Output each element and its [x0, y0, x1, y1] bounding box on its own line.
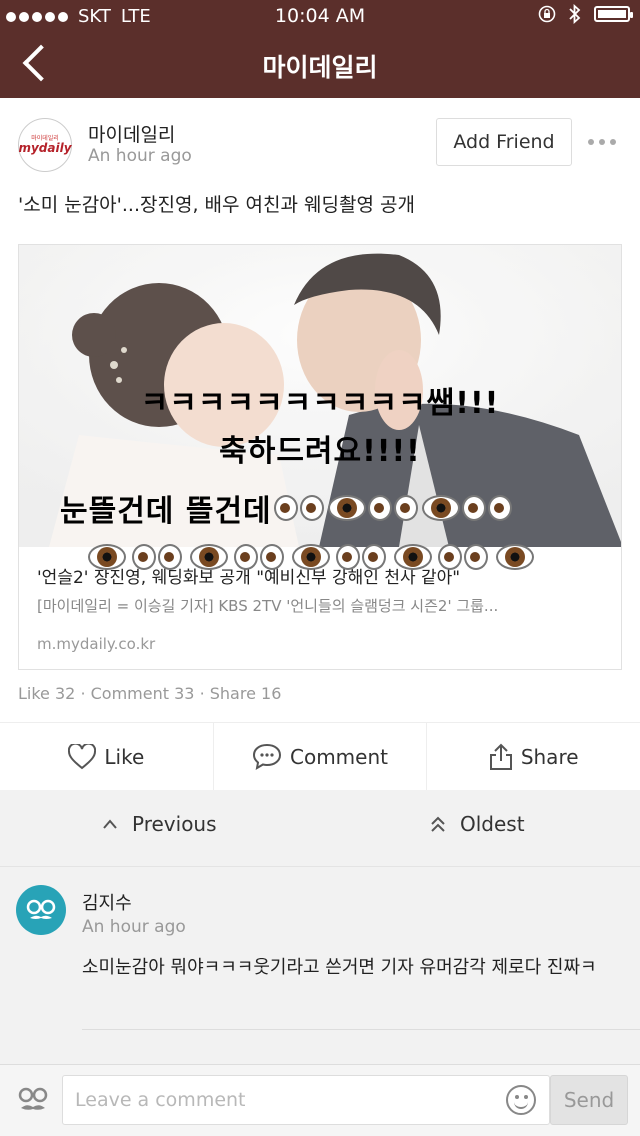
speech-bubble-icon	[252, 743, 282, 770]
eyes-icon	[334, 542, 390, 572]
eyes-icon	[366, 493, 422, 523]
post-actions: Like Comment Share	[0, 722, 640, 790]
eye-icon	[327, 493, 366, 523]
emoji-icon[interactable]	[506, 1085, 536, 1115]
previous-label: Previous	[132, 812, 217, 836]
eye-icon	[394, 542, 432, 572]
eyes-icon	[232, 542, 288, 572]
overlay-emoji-row	[88, 542, 608, 572]
heart-icon	[68, 743, 97, 769]
like-label: Like	[104, 744, 145, 769]
eyes-icon	[130, 542, 186, 572]
share-button[interactable]: Share	[426, 723, 640, 790]
eye-icon	[190, 542, 228, 572]
battery-icon	[594, 6, 633, 22]
status-bar: SKT LTE 10:04 AM	[0, 0, 640, 32]
commenter-name[interactable]: 김지수	[82, 889, 132, 915]
link-domain: m.mydaily.co.kr	[37, 635, 156, 653]
eyes-icon	[460, 493, 516, 523]
chevron-up-icon	[103, 819, 117, 829]
oldest-button[interactable]: Oldest	[430, 812, 525, 836]
rotation-lock-icon	[538, 5, 556, 23]
link-description: [마이데일리 = 이승길 기자] KBS 2TV '언니들의 슬램덩크 시즌2'…	[37, 597, 499, 615]
comment-label: Comment	[290, 744, 388, 769]
like-button[interactable]: Like	[0, 723, 213, 790]
oldest-label: Oldest	[460, 812, 525, 836]
eyes-icon	[436, 542, 492, 572]
comment-count[interactable]: Comment 33	[91, 684, 195, 703]
add-friend-button[interactable]: Add Friend	[436, 118, 572, 166]
post-stats: Like 32 · Comment 33 · Share 16	[18, 684, 282, 703]
previous-button[interactable]: Previous	[102, 812, 217, 836]
share-label: Share	[520, 744, 579, 769]
nav-title: 마이데일리	[262, 53, 378, 82]
share-count[interactable]: Share 16	[210, 684, 282, 703]
commenter-avatar[interactable]	[16, 885, 66, 935]
comment-pager: Previous Oldest	[0, 790, 640, 862]
comment-input[interactable]	[62, 1075, 550, 1125]
glasses-mustache-icon	[26, 899, 56, 919]
comment-time: An hour ago	[82, 917, 186, 937]
comment-button[interactable]: Comment	[212, 723, 427, 790]
double-chevron-up-icon	[431, 816, 445, 832]
divider	[82, 1029, 640, 1030]
like-count[interactable]: Like 32	[18, 684, 75, 703]
logo-text: mydaily	[18, 141, 72, 155]
overlay-text-line-1: ㅋㅋㅋㅋㅋㅋㅋㅋㅋㅋ쌤!!!	[140, 386, 500, 421]
comment-composer: Send	[0, 1064, 640, 1136]
bluetooth-icon	[569, 4, 581, 24]
eye-icon	[496, 542, 534, 572]
author-name[interactable]: 마이데일리	[88, 120, 175, 147]
eye-icon	[88, 542, 126, 572]
eye-icon	[421, 493, 460, 523]
send-button[interactable]: Send	[550, 1075, 628, 1125]
eyes-icon	[272, 493, 328, 523]
top-bar: SKT LTE 10:04 AM 마이데일리	[0, 0, 640, 98]
post-text: '소미 눈감아'...장진영, 배우 여친과 웨딩촬영 공개	[18, 194, 415, 216]
glasses-mustache-icon	[18, 1087, 48, 1110]
more-options-icon[interactable]	[588, 130, 624, 154]
eye-icon	[292, 542, 330, 572]
overlay-text-line-3: 눈뜰건데 뜰건데	[60, 486, 600, 530]
share-icon	[489, 743, 512, 770]
comment-body: 소미눈감아 뭐야ㅋㅋㅋ웃기라고 쓴거면 기자 유머감각 제로다 진짜ㅋ	[82, 957, 597, 978]
overlay-text-line-2: 축하드려요!!!!	[219, 434, 421, 469]
post-time: An hour ago	[88, 146, 192, 166]
author-avatar[interactable]: 마이데일리 mydaily	[18, 118, 72, 172]
comment-item: 김지수 An hour ago 소미눈감아 뭐야ㅋㅋㅋ웃기라고 쓴거면 기자 유…	[0, 866, 640, 1034]
